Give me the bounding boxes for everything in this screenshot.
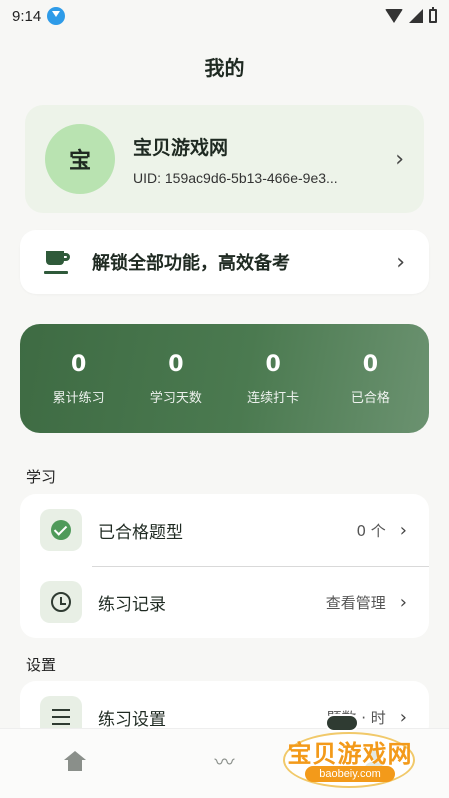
history-icon (51, 592, 71, 612)
list-item-passed-types[interactable]: 已合格题型 0 个 › (20, 494, 429, 566)
profile-info: 宝贝游戏网 UID: 159ac9d6-5b13-466e-9e3... (133, 133, 395, 186)
battery-icon (429, 7, 437, 23)
section-label-study: 学习 (26, 468, 57, 486)
download-icon (47, 7, 66, 25)
nav-stats[interactable]: 〰 (194, 741, 254, 781)
check-circle-icon (51, 520, 71, 540)
stats-card: 0 累计练习 0 学习天数 0 连续打卡 0 已合格 (20, 324, 429, 433)
chevron-right-icon: › (396, 249, 405, 275)
gamepad-icon (325, 714, 359, 732)
sliders-icon (52, 709, 70, 725)
status-icons (385, 7, 437, 23)
profile-uid: UID: 159ac9d6-5b13-466e-9e3... (133, 169, 338, 186)
stat-value: 0 (168, 351, 184, 377)
stat-total-practice[interactable]: 0 累计练习 (33, 352, 125, 406)
status-time: 9:14 (12, 7, 42, 25)
stat-streak[interactable]: 0 连续打卡 (227, 352, 319, 406)
row-value: 0 个 (356, 521, 386, 540)
avatar: 宝 (45, 124, 115, 194)
nav-home[interactable] (45, 741, 105, 781)
profile-card[interactable]: 宝 宝贝游戏网 UID: 159ac9d6-5b13-466e-9e3... › (25, 105, 424, 213)
stat-value: 0 (70, 351, 87, 377)
stat-label: 学习天数 (149, 390, 202, 406)
trend-icon: 〰 (214, 750, 235, 774)
profile-name: 宝贝游戏网 (133, 136, 229, 159)
watermark-text: 宝贝游戏网 (287, 740, 413, 768)
chevron-right-icon: › (399, 591, 407, 613)
stat-value: 0 (362, 351, 379, 377)
stat-label: 累计练习 (52, 390, 105, 406)
list-item-practice-history[interactable]: 练习记录 查看管理 › (20, 566, 429, 638)
stat-study-days[interactable]: 0 学习天数 (130, 352, 222, 406)
wifi-icon (385, 9, 403, 23)
avatar-initial: 宝 (68, 149, 91, 174)
row-icon (40, 509, 82, 551)
status-bar: 9:14 (0, 0, 449, 32)
stat-label: 已合格 (350, 390, 390, 406)
unlock-text: 解锁全部功能，高效备考 (92, 253, 290, 274)
study-list: 已合格题型 0 个 › 练习记录 查看管理 › (20, 494, 429, 638)
page-title: 我的 (204, 56, 245, 80)
stat-passed[interactable]: 0 已合格 (324, 352, 416, 406)
watermark-logo: 宝贝游戏网 baobeiy.com (275, 708, 425, 790)
home-icon (63, 750, 86, 771)
unlock-all-features-button[interactable]: 解锁全部功能，高效备考 › (20, 230, 429, 294)
signal-icon (409, 9, 423, 23)
row-title: 已合格题型 (98, 522, 183, 543)
row-icon (40, 581, 82, 623)
coffee-cup-icon (44, 249, 72, 275)
chevron-right-icon: › (399, 519, 407, 541)
watermark-url: baobeiy.com (305, 766, 395, 782)
section-label-settings: 设置 (26, 656, 57, 674)
stat-value: 0 (265, 351, 281, 377)
chevron-right-icon: › (395, 146, 404, 172)
row-title: 练习记录 (98, 594, 166, 615)
divider (92, 566, 429, 567)
row-value: 查看管理 (325, 593, 386, 612)
stat-label: 连续打卡 (247, 390, 300, 406)
